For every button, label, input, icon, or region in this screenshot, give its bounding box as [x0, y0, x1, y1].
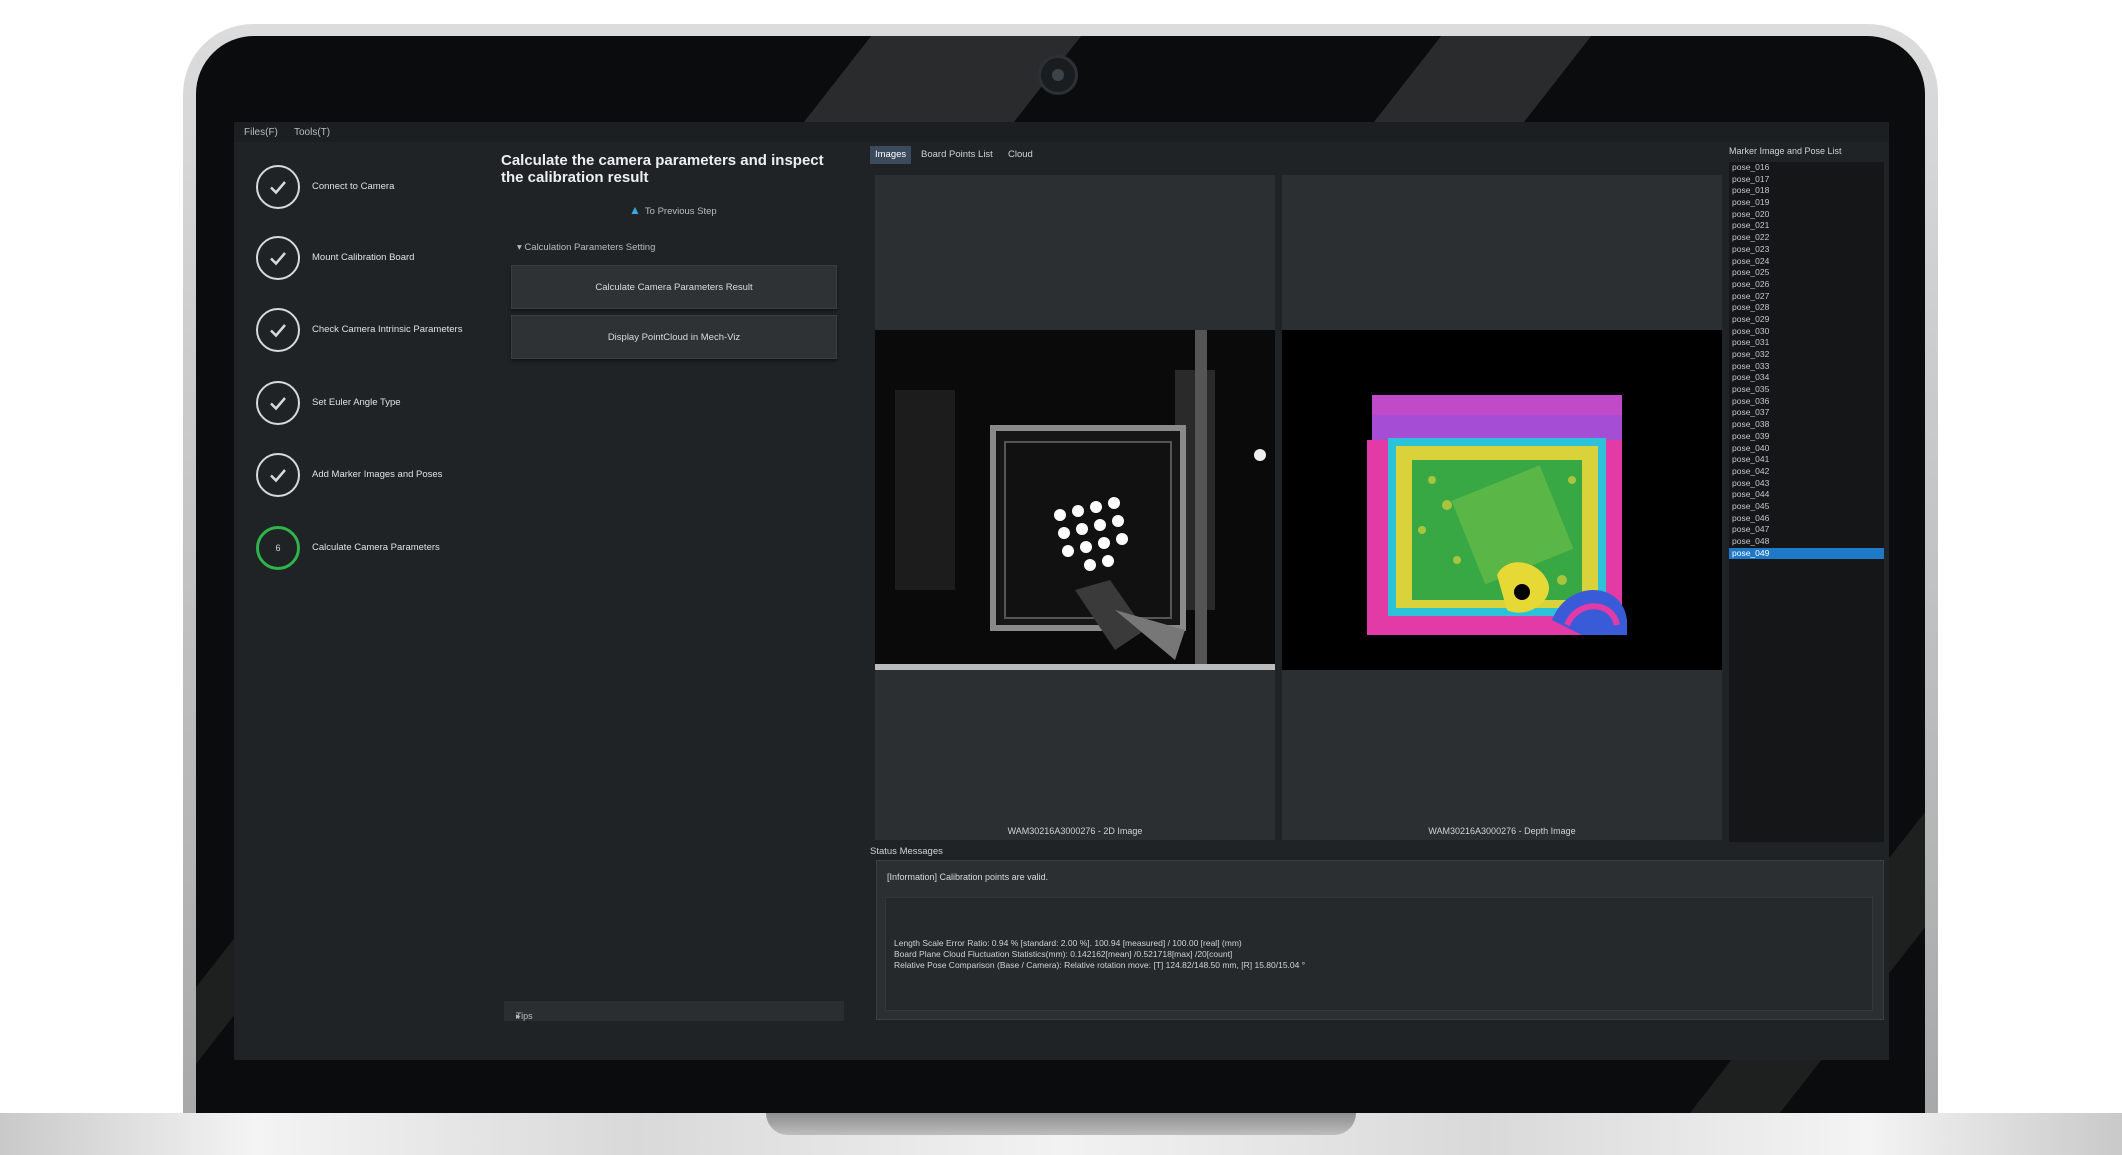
list-item[interactable]: pose_016: [1729, 162, 1884, 174]
list-item[interactable]: pose_033: [1729, 361, 1884, 373]
list-item[interactable]: pose_039: [1729, 431, 1884, 443]
list-item[interactable]: pose_018: [1729, 185, 1884, 197]
list-item[interactable]: pose_031: [1729, 337, 1884, 349]
list-item[interactable]: pose_026: [1729, 279, 1884, 291]
list-item[interactable]: pose_030: [1729, 326, 1884, 338]
list-item[interactable]: pose_032: [1729, 349, 1884, 361]
list-item[interactable]: pose_021: [1729, 220, 1884, 232]
list-item-selected[interactable]: pose_049: [1729, 547, 1884, 560]
image-caption-2d: WAM30216A3000276 - 2D Image: [1007, 826, 1143, 836]
list-item[interactable]: pose_044: [1729, 489, 1884, 501]
list-item[interactable]: pose_045: [1729, 501, 1884, 513]
list-item[interactable]: pose_042: [1729, 466, 1884, 478]
list-item[interactable]: pose_023: [1729, 244, 1884, 256]
status-line: Relative Pose Comparison (Base / Camera)…: [894, 960, 1306, 970]
menu-tools[interactable]: Tools(T): [294, 127, 330, 138]
list-item[interactable]: pose_020: [1729, 209, 1884, 221]
active-step-indicator: 6: [256, 526, 300, 570]
list-item[interactable]: pose_047: [1729, 524, 1884, 536]
check-circle-icon: [256, 165, 300, 209]
list-item[interactable]: pose_038: [1729, 419, 1884, 431]
menu-bar: Files(F) Tools(T): [234, 122, 1889, 142]
section-header-label: Calculation Parameters Setting: [524, 242, 656, 253]
status-info-message: [Information] Calibration points are val…: [887, 872, 1049, 882]
list-item[interactable]: pose_034: [1729, 372, 1884, 384]
image-pane-depth: WAM30216A3000276 - Depth Image: [1282, 175, 1722, 840]
list-item[interactable]: pose_017: [1729, 174, 1884, 186]
tab-images[interactable]: Images: [870, 146, 912, 164]
list-item[interactable]: pose_041: [1729, 454, 1884, 466]
chevron-up-icon: ▲: [629, 203, 641, 217]
list-item[interactable]: pose_028: [1729, 302, 1884, 314]
step-label: Mount Calibration Board: [312, 252, 415, 263]
display-pointcloud-button[interactable]: Display PointCloud in Mech-Viz: [511, 315, 837, 359]
check-circle-icon: [256, 236, 300, 280]
list-item[interactable]: pose_037: [1729, 407, 1884, 419]
list-item[interactable]: pose_043: [1729, 478, 1884, 490]
2d-camera-image: [875, 330, 1275, 670]
webcam-icon: [1038, 55, 1078, 95]
list-item[interactable]: pose_019: [1729, 197, 1884, 209]
list-item[interactable]: pose_029: [1729, 314, 1884, 326]
check-circle-icon: [256, 308, 300, 352]
status-line: Board Plane Cloud Fluctuation Statistics…: [894, 949, 1233, 959]
app-window: Files(F) Tools(T) Connect to Camera Moun…: [234, 122, 1889, 1060]
menu-files[interactable]: Files(F): [244, 127, 278, 138]
calculate-parameters-button[interactable]: Calculate Camera Parameters Result: [511, 265, 837, 309]
status-panel: [Information] Calibration points are val…: [876, 860, 1884, 1020]
list-item[interactable]: pose_040: [1729, 443, 1884, 455]
step-euler-angle[interactable]: Set Euler Angle Type: [256, 381, 506, 433]
step-label: Set Euler Angle Type: [312, 397, 401, 408]
step-add-marker-images[interactable]: Add Marker Images and Poses: [256, 453, 506, 505]
bezel-reflection: [1370, 36, 1592, 126]
step-connect-camera[interactable]: Connect to Camera: [256, 165, 506, 217]
status-messages-label: Status Messages: [870, 846, 943, 857]
step-mount-board[interactable]: Mount Calibration Board: [256, 236, 506, 288]
tab-cloud[interactable]: Cloud: [1003, 146, 1038, 164]
caret-down-icon: ▾: [517, 242, 522, 253]
step-label: Calculate Camera Parameters: [312, 542, 440, 553]
tab-board-points-list[interactable]: Board Points List: [916, 146, 998, 164]
list-item[interactable]: pose_025: [1729, 267, 1884, 279]
step-calculate-params[interactable]: 6 Calculate Camera Parameters: [256, 526, 506, 578]
step-label: Check Camera Intrinsic Parameters: [312, 324, 463, 335]
step-label: Add Marker Images and Poses: [312, 469, 443, 480]
list-item[interactable]: pose_027: [1729, 291, 1884, 303]
section-header[interactable]: ▾ Calculation Parameters Setting: [517, 242, 655, 253]
list-item[interactable]: pose_024: [1729, 256, 1884, 268]
previous-step-link[interactable]: ▲ To Previous Step: [629, 203, 717, 217]
pose-list[interactable]: pose_016 pose_017 pose_018 pose_019 pose…: [1729, 162, 1884, 842]
check-circle-icon: [256, 453, 300, 497]
list-item[interactable]: pose_046: [1729, 513, 1884, 525]
status-line: Length Scale Error Ratio: 0.94 % [standa…: [894, 938, 1242, 948]
step-label: Connect to Camera: [312, 181, 395, 192]
laptop-base-notch: [766, 1113, 1356, 1135]
pose-list-title: Marker Image and Pose List: [1729, 146, 1842, 156]
image-caption-depth: WAM30216A3000276 - Depth Image: [1428, 826, 1576, 836]
list-item[interactable]: pose_036: [1729, 396, 1884, 408]
tips-bar[interactable]: ▸ Tips: [504, 1001, 844, 1021]
list-item[interactable]: pose_048: [1729, 536, 1884, 548]
status-details: Length Scale Error Ratio: 0.94 % [standa…: [885, 897, 1873, 1011]
image-pane-2d: WAM30216A3000276 - 2D Image: [875, 175, 1275, 840]
tips-label: Tips: [516, 1011, 533, 1021]
page-title: Calculate the camera parameters and insp…: [501, 152, 824, 186]
list-item[interactable]: pose_022: [1729, 232, 1884, 244]
depth-image: [1282, 330, 1722, 670]
list-item[interactable]: pose_035: [1729, 384, 1884, 396]
check-circle-icon: [256, 381, 300, 425]
step-check-intrinsics[interactable]: Check Camera Intrinsic Parameters: [256, 308, 506, 360]
previous-step-label: To Previous Step: [644, 206, 717, 217]
step-number: 6: [275, 543, 281, 553]
